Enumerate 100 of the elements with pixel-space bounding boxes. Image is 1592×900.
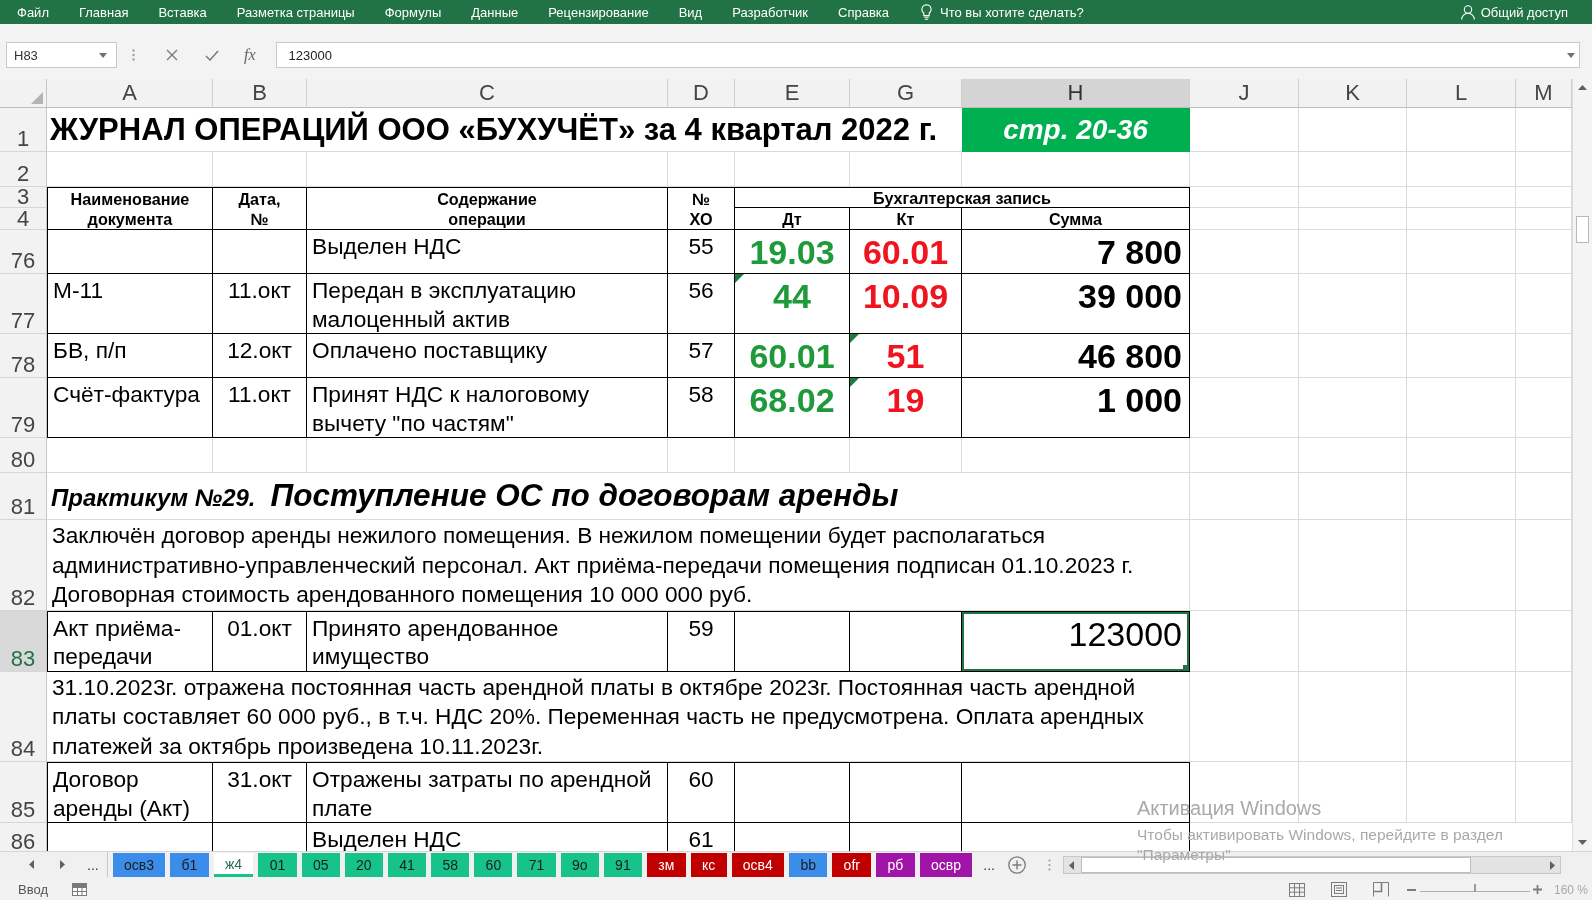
column-header[interactable]: E — [735, 79, 850, 108]
document-cell: Счёт-фактура — [47, 378, 213, 438]
more-tabs-button[interactable]: ... — [87, 856, 99, 873]
credit-account: 51 — [886, 337, 925, 375]
sheet-tab[interactable]: зм — [647, 853, 686, 877]
tell-me-search[interactable]: Что вы хотите сделать? — [921, 1, 1084, 23]
fill-handle[interactable] — [1183, 664, 1189, 671]
column-heading: № ХО — [668, 187, 735, 230]
name-box[interactable]: H83 — [6, 42, 117, 68]
row-header[interactable]: 76 — [0, 230, 47, 274]
row-header[interactable]: 77 — [0, 274, 47, 334]
menu-tab[interactable]: Вставка — [158, 1, 207, 23]
more-tabs-button[interactable]: ... — [983, 852, 995, 877]
insert-function-button[interactable]: fx — [244, 46, 256, 64]
row-header[interactable]: 80 — [0, 438, 47, 473]
row-header[interactable]: 4 — [0, 208, 47, 230]
menu-tab[interactable]: Разметка страницы — [236, 1, 355, 23]
page-break-icon[interactable] — [1372, 882, 1389, 897]
sheet-tab[interactable]: 20 — [344, 853, 383, 877]
debit-account: 44 — [773, 277, 811, 315]
scroll-down-icon[interactable] — [1578, 840, 1587, 845]
row-header[interactable]: 3 — [0, 187, 47, 208]
page-layout-icon[interactable] — [1330, 882, 1347, 897]
menu-tab[interactable]: Формулы — [384, 1, 442, 23]
sheet-tab[interactable]: осв4 — [731, 853, 785, 877]
menu-tab[interactable]: Главная — [78, 1, 129, 23]
column-header[interactable]: J — [1190, 79, 1299, 108]
sheet-tab[interactable]: 01 — [258, 853, 297, 877]
column-header[interactable]: G — [850, 79, 962, 108]
row-header[interactable]: 84 — [0, 671, 47, 762]
caret-left-icon[interactable] — [29, 860, 34, 869]
menu-tab[interactable]: Данные — [471, 1, 519, 23]
row-header[interactable]: 2 — [0, 152, 47, 187]
column-header[interactable]: D — [668, 79, 735, 108]
selected-cell[interactable]: 123000 — [962, 610, 1190, 672]
vertical-scrollbar[interactable] — [1572, 79, 1592, 851]
menu-tab[interactable]: Файл — [17, 1, 49, 23]
column-header[interactable]: K — [1299, 79, 1407, 108]
minus-icon[interactable] — [1406, 888, 1416, 891]
column-header[interactable]: A — [47, 79, 213, 108]
column-header[interactable]: B — [213, 79, 307, 108]
caret-down-icon[interactable] — [99, 52, 107, 58]
row-header[interactable]: 82 — [0, 520, 47, 611]
sheet-tab[interactable]: 60 — [474, 853, 513, 877]
plus-circle-icon[interactable] — [1007, 856, 1026, 874]
vertical-dots-icon — [1047, 859, 1051, 871]
sheet-tab[interactable]: 05 — [301, 853, 340, 877]
plus-icon[interactable] — [1532, 885, 1542, 894]
scroll-left-icon[interactable] — [1069, 860, 1074, 870]
sheet-tab[interactable]: освр — [919, 853, 973, 877]
column-header[interactable]: H — [962, 79, 1190, 108]
table-icon[interactable] — [71, 883, 87, 896]
formula-field[interactable]: 123000 — [275, 42, 1580, 68]
sheet-tab[interactable]: ж4 — [213, 853, 254, 877]
corner-triangle-icon — [850, 378, 859, 387]
debit-account: 60.01 — [749, 337, 835, 375]
column-heading: Дт — [735, 208, 850, 230]
row-header[interactable]: 83 — [0, 610, 47, 672]
caret-right-icon[interactable] — [60, 860, 65, 869]
sheet-tab[interactable]: 91 — [603, 853, 642, 877]
menu-tab[interactable]: Вид — [678, 1, 703, 23]
menu-tab[interactable]: Рецензирование — [548, 1, 649, 23]
column-header[interactable]: L — [1407, 79, 1516, 108]
cross-icon[interactable] — [166, 49, 178, 61]
row-header[interactable]: 81 — [0, 473, 47, 520]
amount-cell: 1 000 — [962, 378, 1190, 438]
vertical-dots-icon — [132, 49, 135, 61]
sheet-tab[interactable]: рб — [876, 853, 915, 877]
caret-down-icon[interactable] — [1567, 52, 1575, 58]
operation-number-cell: 60 — [668, 762, 735, 823]
column-header[interactable]: C — [307, 79, 668, 108]
column-header[interactable]: M — [1516, 79, 1572, 108]
sheet-tab[interactable]: ofr — [832, 853, 872, 877]
share-button[interactable]: Общий доступ — [1460, 1, 1568, 23]
scrollbar-thumb[interactable] — [1576, 216, 1589, 243]
corner-triangle-icon — [735, 274, 744, 283]
zoom-slider-thumb[interactable] — [1473, 884, 1476, 892]
row-header[interactable]: 86 — [0, 823, 47, 851]
row-header[interactable]: 79 — [0, 378, 47, 438]
row-header[interactable]: 1 — [0, 108, 47, 152]
sheet-tab[interactable]: 41 — [387, 853, 427, 877]
sheet-tab[interactable]: кс — [690, 853, 727, 877]
sheet-tab[interactable]: б1 — [170, 853, 209, 877]
sheet-tab[interactable]: 71 — [517, 853, 556, 877]
column-heading: Дата, № — [213, 187, 307, 230]
sheet-tab[interactable]: осв3 — [112, 853, 166, 877]
grid-view-icon[interactable] — [1288, 882, 1305, 897]
sheet-tab[interactable]: bb — [789, 853, 828, 877]
sheet-tab[interactable]: 9о — [560, 853, 599, 877]
scroll-right-icon[interactable] — [1550, 860, 1555, 870]
zoom-slider[interactable] — [1419, 883, 1530, 892]
row-header[interactable]: 78 — [0, 334, 47, 378]
document-cell: БВ, п/п — [47, 334, 213, 378]
scroll-up-icon[interactable] — [1578, 85, 1587, 90]
row-header[interactable]: 85 — [0, 762, 47, 823]
sheet-tab[interactable]: 58 — [431, 853, 470, 877]
check-icon[interactable] — [205, 49, 219, 61]
menu-tab[interactable]: Разработчик — [732, 1, 808, 23]
credit-account: 60.01 — [862, 233, 949, 271]
menu-tab[interactable]: Справка — [838, 1, 889, 23]
